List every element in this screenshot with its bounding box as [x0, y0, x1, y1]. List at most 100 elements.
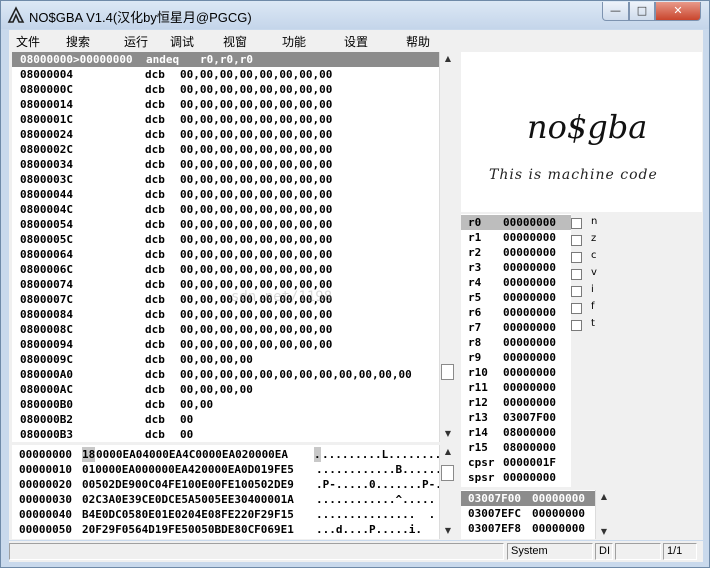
hex-bytes: 0000EA04000EA4C0000EA020000EA: [96, 448, 289, 461]
disassembly-row[interactable]: 08000064 dcb 00,00,00,00,00,00,00,00: [12, 247, 439, 262]
flag-checkbox[interactable]: [571, 252, 582, 263]
hex-row[interactable]: 00000030 02C3A0E39CE0DCE5A5005EE30400001A…: [12, 492, 439, 507]
disassembly-row[interactable]: 08000024 dcb 00,00,00,00,00,00,00,00: [12, 127, 439, 142]
disassembly-row[interactable]: 0800009C dcb 00,00,00,00: [12, 352, 439, 367]
disassembly-row[interactable]: 0800007C dcb 00,00,00,00,00,00,00,00: [12, 292, 439, 307]
hex-row[interactable]: 00000040 B4E0DC0580E01E0204E08FE220F29F15…: [12, 507, 439, 522]
register-row[interactable]: r1 00000000: [461, 230, 571, 245]
hex-scrollbar[interactable]: ▲ ▼: [439, 445, 455, 539]
register-row[interactable]: r15 08000000: [461, 440, 571, 455]
disassembly-row[interactable]: 0800002C dcb 00,00,00,00,00,00,00,00: [12, 142, 439, 157]
stack-pane[interactable]: 03007F00 00000000 03007EFC 00000000 03007EF8…: [461, 490, 595, 539]
disassembly-row[interactable]: 0800001C dcb 00,00,00,00,00,00,00,00: [12, 112, 439, 127]
disassembly-row[interactable]: 08000014 dcb 00,00,00,00,00,00,00,00: [12, 97, 439, 112]
register-row[interactable]: r6 00000000: [461, 305, 571, 320]
flag-n[interactable]: n: [569, 216, 609, 232]
register-row[interactable]: r2 00000000: [461, 245, 571, 260]
stack-row[interactable]: 03007EFC 00000000: [461, 506, 595, 521]
flag-checkbox[interactable]: [571, 218, 582, 229]
register-row[interactable]: r7 00000000: [461, 320, 571, 335]
flag-checkbox[interactable]: [571, 269, 582, 280]
register-row[interactable]: r12 00000000: [461, 395, 571, 410]
disassembly-row[interactable]: 080000B3 dcb 00: [12, 427, 439, 442]
register-name: r6: [468, 306, 482, 319]
disassembly-row[interactable]: 0800003C dcb 00,00,00,00,00,00,00,00: [12, 172, 439, 187]
register-row[interactable]: spsr 00000000: [461, 470, 571, 485]
hex-row[interactable]: 00000010 010000EA000000EA420000EA0D019FE5…: [12, 462, 439, 477]
disassembly-row[interactable]: 08000074 dcb 00,00,00,00,00,00,00,00: [12, 277, 439, 292]
flag-f[interactable]: f: [569, 301, 609, 317]
hex-scroll-up-arrow-icon[interactable]: ▲: [440, 445, 456, 459]
disassembly-row[interactable]: 08000084 dcb 00,00,00,00,00,00,00,00: [12, 307, 439, 322]
stack-scroll-up-arrow-icon[interactable]: ▲: [596, 490, 612, 504]
scroll-down-arrow-icon[interactable]: ▼: [440, 427, 456, 441]
register-row[interactable]: r14 08000000: [461, 425, 571, 440]
menu-file[interactable]: 文件: [16, 33, 40, 50]
disassembly-row[interactable]: 080000A0 dcb 00,00,00,00,00,00,00,00,00,00…: [12, 367, 439, 382]
register-row[interactable]: r3 00000000: [461, 260, 571, 275]
disassembly-row[interactable]: 08000000>00000000 andeq r0,r0,r0: [12, 52, 439, 67]
disassembly-row[interactable]: 08000034 dcb 00,00,00,00,00,00,00,00: [12, 157, 439, 172]
disassembly-row[interactable]: 08000044 dcb 00,00,00,00,00,00,00,00: [12, 187, 439, 202]
hex-row[interactable]: 00000050 20F29F0564D19FE50050BDE80CF069E1…: [12, 522, 439, 537]
minimize-button[interactable]: —: [602, 2, 629, 21]
menu-window[interactable]: 视窗: [223, 33, 247, 50]
register-row[interactable]: r10 00000000: [461, 365, 571, 380]
disassembly-pane[interactable]: 08000000>00000000 andeq r0,r0,r0 08000004 dc…: [12, 52, 439, 442]
register-row[interactable]: r9 00000000: [461, 350, 571, 365]
disassembly-row[interactable]: 080000AC dcb 00,00,00,00: [12, 382, 439, 397]
hex-row[interactable]: 00000000 18 0000EA04000EA4C0000EA020000EA.…: [12, 447, 439, 462]
disassembly-row[interactable]: 08000054 dcb 00,00,00,00,00,00,00,00: [12, 217, 439, 232]
flag-checkbox[interactable]: [571, 303, 582, 314]
register-row[interactable]: r5 00000000: [461, 290, 571, 305]
hex-scroll-down-arrow-icon[interactable]: ▼: [440, 524, 456, 538]
register-row[interactable]: r4 00000000: [461, 275, 571, 290]
flag-z[interactable]: z: [569, 233, 609, 249]
disassembly-row[interactable]: 08000004 dcb 00,00,00,00,00,00,00,00: [12, 67, 439, 82]
register-row[interactable]: cpsr 0000001F: [461, 455, 571, 470]
disassembly-row[interactable]: 080000B0 dcb 00,00: [12, 397, 439, 412]
memory-hex-pane[interactable]: 00000000 18 0000EA04000EA4C0000EA020000EA.…: [12, 445, 439, 539]
hex-row[interactable]: 00000020 00502DE900C04FE100E00FE100502DE9…: [12, 477, 439, 492]
stack-row[interactable]: 03007F00 00000000: [461, 491, 595, 506]
flag-checkbox[interactable]: [571, 320, 582, 331]
scroll-up-arrow-icon[interactable]: ▲: [440, 52, 456, 66]
hex-ascii: .P-.....0.......P-.: [316, 478, 439, 491]
hex-cursor[interactable]: 18: [82, 447, 96, 462]
disassembly-scroll-thumb[interactable]: [441, 364, 454, 380]
hex-scroll-thumb[interactable]: [441, 465, 454, 481]
menu-settings[interactable]: 设置: [344, 33, 368, 50]
disassembly-row[interactable]: 0800000C dcb 00,00,00,00,00,00,00,00: [12, 82, 439, 97]
disassembly-scrollbar[interactable]: ▲ ▼: [439, 52, 455, 442]
disassembly-row[interactable]: 0800004C dcb 00,00,00,00,00,00,00,00: [12, 202, 439, 217]
close-button[interactable]: ✕: [655, 2, 701, 21]
maximize-button[interactable]: □: [629, 2, 655, 21]
ascii-cursor[interactable]: .: [314, 447, 321, 462]
menu-function[interactable]: 功能: [282, 33, 306, 50]
stack-scrollbar[interactable]: ▲ ▼: [595, 490, 611, 539]
register-row[interactable]: r11 00000000: [461, 380, 571, 395]
flag-v[interactable]: v: [569, 267, 609, 283]
stack-row[interactable]: 03007EF8 00000000: [461, 521, 595, 536]
menu-help[interactable]: 帮助: [406, 33, 430, 50]
menu-debug[interactable]: 调试: [170, 33, 194, 50]
stack-scroll-down-arrow-icon[interactable]: ▼: [596, 525, 612, 539]
register-row[interactable]: r8 00000000: [461, 335, 571, 350]
title-bar[interactable]: NO$GBA V1.4(汉化by恒星月@PGCG) — □ ✕: [1, 1, 709, 29]
disassembly-row[interactable]: 08000094 dcb 00,00,00,00,00,00,00,00: [12, 337, 439, 352]
register-row[interactable]: r0 00000000: [461, 215, 571, 230]
disassembly-row[interactable]: 080000B2 dcb 00: [12, 412, 439, 427]
flag-checkbox[interactable]: [571, 235, 582, 246]
disassembly-row[interactable]: 0800005C dcb 00,00,00,00,00,00,00,00: [12, 232, 439, 247]
flag-i[interactable]: i: [569, 284, 609, 300]
menu-search[interactable]: 搜索: [66, 33, 90, 50]
disassembly-row[interactable]: 0800006C dcb 00,00,00,00,00,00,00,00: [12, 262, 439, 277]
register-pane[interactable]: r0 00000000 r1 00000000 r2 00000000 r3 00000000…: [461, 214, 571, 487]
disassembly-row[interactable]: 0800008C dcb 00,00,00,00,00,00,00,00: [12, 322, 439, 337]
menu-run[interactable]: 运行: [124, 33, 148, 50]
flag-t[interactable]: t: [569, 318, 609, 334]
stack-value: 00000000: [532, 507, 585, 520]
register-row[interactable]: r13 03007F00: [461, 410, 571, 425]
flag-checkbox[interactable]: [571, 286, 582, 297]
flag-c[interactable]: c: [569, 250, 609, 266]
